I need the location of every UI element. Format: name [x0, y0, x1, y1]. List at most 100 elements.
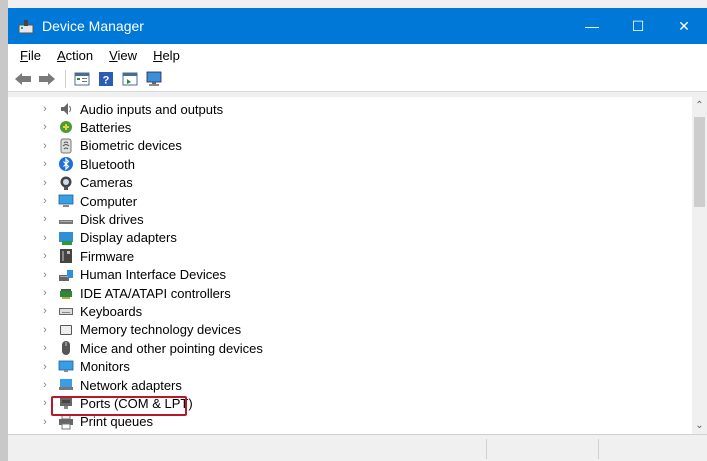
expand-chevron-icon[interactable]: › [38, 177, 52, 189]
fingerprint-icon [58, 138, 74, 154]
tree-category-label: Memory technology devices [80, 322, 242, 338]
help-icon: ? [99, 71, 113, 86]
tree-category[interactable]: › Firmware [8, 247, 134, 265]
expand-chevron-icon[interactable]: › [38, 140, 52, 152]
expand-chevron-icon[interactable]: › [38, 250, 52, 262]
tree-category[interactable]: › Monitors [8, 358, 130, 376]
tree-category-label: Display adapters [80, 230, 177, 246]
tree-category[interactable]: › IDE ATA/ATAPI controllers [8, 284, 231, 302]
ide-controller-icon [58, 285, 74, 301]
device-tree[interactable]: › Audio inputs and outputs › Batteries › Biom… [8, 97, 692, 434]
tree-category-label: Firmware [80, 248, 135, 264]
expand-chevron-icon[interactable]: › [38, 416, 52, 428]
tree-category[interactable]: › Disk drives [8, 210, 144, 228]
scroll-thumb[interactable] [694, 117, 705, 207]
tree-category[interactable]: › Biometric devices [8, 137, 182, 155]
tree-category-label: Disk drives [80, 211, 144, 227]
title-bar[interactable]: Device Manager — ☐ ✕ [8, 8, 707, 44]
tree-category[interactable]: › Mice and other pointing devices [8, 339, 263, 357]
expand-chevron-icon[interactable]: › [38, 342, 52, 354]
expand-chevron-icon[interactable]: › [38, 269, 52, 281]
forward-arrow-icon [39, 72, 55, 85]
tree-category-label: Audio inputs and outputs [80, 101, 224, 117]
expand-chevron-icon[interactable]: › [38, 287, 52, 299]
tree-category[interactable]: › Bluetooth [8, 155, 135, 173]
disk-drive-icon [58, 211, 74, 227]
toolbar: ? [8, 66, 707, 92]
tree-category-label: Monitors [80, 359, 130, 375]
menu-action[interactable]: Action [49, 48, 101, 63]
svg-text:?: ? [103, 74, 110, 86]
tree-category[interactable]: › Computer [8, 192, 137, 210]
monitor-icon [146, 71, 162, 86]
tree-category-label: Print queues [80, 414, 153, 430]
maximize-icon: ☐ [631, 17, 645, 34]
tree-category-label: Bluetooth [80, 156, 135, 172]
expand-chevron-icon[interactable]: › [38, 213, 52, 225]
tree-category-label: IDE ATA/ATAPI controllers [80, 285, 231, 301]
toolbar-separator [65, 69, 66, 88]
camera-icon [58, 175, 74, 191]
minimize-button[interactable]: — [569, 8, 615, 44]
tree-category[interactable]: › Keyboards [8, 302, 142, 320]
bluetooth-icon [58, 156, 74, 172]
tree-category[interactable]: › Cameras [8, 174, 133, 192]
tree-category-label: Biometric devices [80, 138, 182, 154]
close-button[interactable]: ✕ [661, 8, 707, 44]
minimize-icon: — [585, 18, 599, 34]
firmware-icon [58, 248, 74, 264]
tree-category[interactable]: › Batteries [8, 118, 131, 136]
help-button[interactable]: ? [95, 68, 117, 90]
tree-category-label: Batteries [80, 119, 132, 135]
display-adapter-icon [58, 230, 74, 246]
status-bar [8, 434, 707, 461]
expand-chevron-icon[interactable]: › [38, 232, 52, 244]
hid-icon [58, 267, 74, 283]
monitor-icon [58, 359, 74, 375]
expand-chevron-icon[interactable]: › [38, 158, 52, 170]
network-adapter-icon [58, 377, 74, 393]
battery-icon [58, 119, 74, 135]
menu-view[interactable]: View [101, 48, 145, 63]
close-icon: ✕ [678, 17, 690, 34]
update-driver-icon [122, 72, 138, 85]
menu-help[interactable]: Help [145, 48, 188, 63]
menu-bar: File Action View Help [8, 44, 707, 66]
speaker-icon [58, 101, 74, 117]
tree-category[interactable]: › Human Interface Devices [8, 266, 226, 284]
memory-card-icon [58, 322, 74, 338]
tree-category-label: Network adapters [80, 377, 182, 393]
device-manager-icon [18, 18, 34, 34]
expand-chevron-icon[interactable]: › [38, 379, 52, 391]
scroll-up-icon[interactable]: ⌃ [692, 97, 707, 114]
tree-category-label: Computer [80, 193, 138, 209]
status-divider [598, 439, 599, 459]
scroll-down-icon[interactable]: ⌄ [692, 417, 707, 434]
properties-button[interactable] [71, 68, 93, 90]
expand-chevron-icon[interactable]: › [38, 305, 52, 317]
tree-category[interactable]: › Audio inputs and outputs [8, 100, 223, 118]
scan-hardware-button[interactable] [143, 68, 165, 90]
printer-icon [58, 414, 74, 430]
back-button[interactable] [12, 68, 34, 90]
forward-button[interactable] [36, 68, 58, 90]
tree-category[interactable]: › Memory technology devices [8, 321, 241, 339]
ports-highlight-box [51, 396, 187, 416]
vertical-scrollbar[interactable]: ⌃ ⌄ [692, 97, 707, 434]
menu-file[interactable]: File [12, 48, 49, 63]
maximize-button[interactable]: ☐ [615, 8, 661, 44]
keyboard-icon [58, 303, 74, 319]
expand-chevron-icon[interactable]: › [38, 195, 52, 207]
expand-chevron-icon[interactable]: › [38, 121, 52, 133]
tree-category-label: Keyboards [80, 303, 143, 319]
tree-category-label: Cameras [80, 175, 133, 191]
expand-chevron-icon[interactable]: › [38, 324, 52, 336]
status-divider [486, 439, 487, 459]
update-driver-button[interactable] [119, 68, 141, 90]
expand-chevron-icon[interactable]: › [38, 397, 52, 409]
expand-chevron-icon[interactable]: › [38, 103, 52, 115]
expand-chevron-icon[interactable]: › [38, 361, 52, 373]
tree-category[interactable]: › Display adapters [8, 229, 177, 247]
tree-category-label: Human Interface Devices [80, 267, 226, 283]
tree-category[interactable]: › Network adapters [8, 376, 182, 394]
